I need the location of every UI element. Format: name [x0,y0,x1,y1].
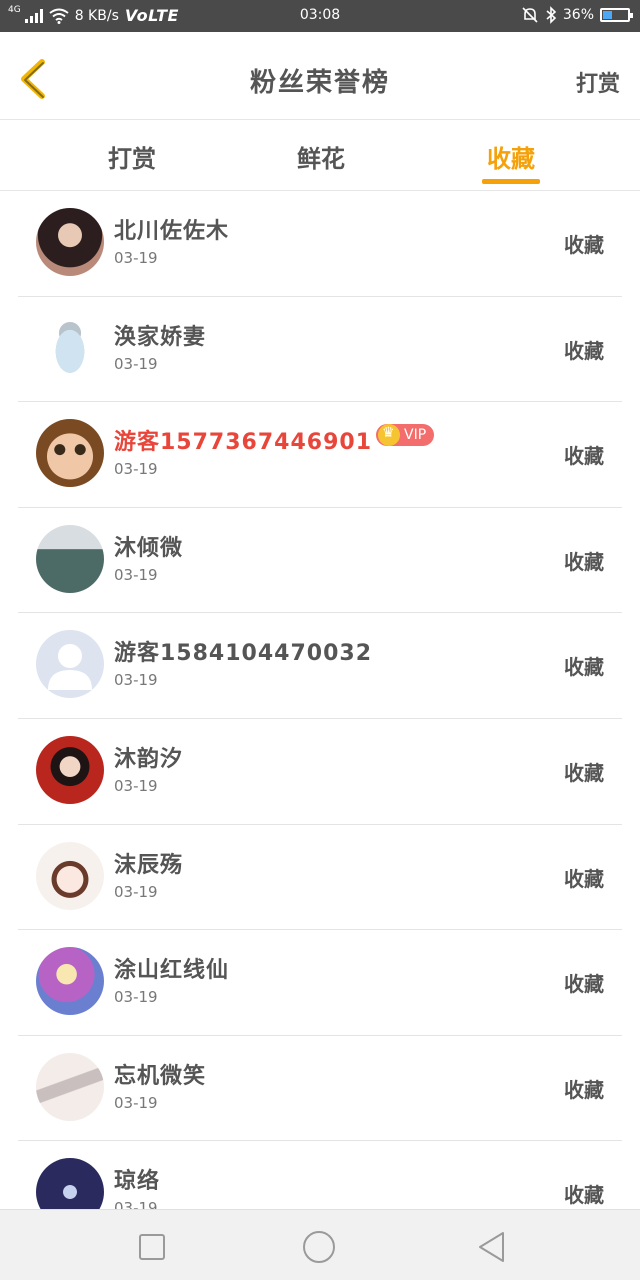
list-item[interactable]: 涣家娇妻 03-19 收藏 [18,297,622,403]
user-name-text: 游客1577367446901 [114,430,372,456]
avatar [36,524,104,593]
fan-list: 北川佐佐木 03-19 收藏 涣家娇妻 03-19 收藏 游客157736744… [0,191,640,1209]
avatar [36,313,104,382]
item-date: 03-19 [114,1093,158,1112]
user-name: 北川佐佐木 [114,219,230,244]
user-name: 忘机微笑 [114,1063,207,1089]
avatar [36,947,104,1016]
avatar [36,1052,104,1121]
crown-icon [378,424,400,447]
favorite-label: 收藏 [564,655,604,680]
home-button[interactable] [302,1230,336,1264]
list-item[interactable]: 忘机微笑 03-19 收藏 [18,1036,622,1142]
list-item[interactable]: 沫辰殇 03-19 收藏 [18,825,622,931]
list-item[interactable]: 沐倾微 03-19 收藏 [18,508,622,614]
item-date: 03-19 [114,354,158,373]
status-bar: 4G 8 KB/s VoLTE 03:08 36% [0,0,640,32]
list-item[interactable]: 北川佐佐木 03-19 收藏 [18,191,622,297]
favorite-label: 收藏 [564,866,604,891]
user-name: 涂山红线仙 [114,958,230,984]
favorite-label: 收藏 [564,338,604,363]
item-date: 03-19 [114,671,158,690]
reward-button[interactable]: 打赏 [576,66,620,98]
tab-reward[interactable]: 打赏 [72,139,192,174]
list-item[interactable]: 游客1584104470032 03-19 收藏 [18,613,622,719]
page-title: 粉丝荣誉榜 [249,68,390,98]
tab-flowers[interactable]: 鲜花 [261,139,381,174]
status-right: 36% [521,6,633,24]
avatar [36,208,104,276]
user-name: 游客1577367446901 VIP [114,424,435,456]
list-item[interactable]: 沐韵汐 03-19 收藏 [18,719,622,825]
favorite-label: 收藏 [564,444,604,469]
user-name: 沐韵汐 [114,746,184,772]
vip-label: VIP [404,427,427,444]
list-item[interactable]: 琼络 03-19 收藏 [18,1141,622,1209]
user-name: 沫辰殇 [114,852,184,878]
nav-back-button[interactable] [475,1230,509,1264]
battery-fill [603,11,612,19]
item-date: 03-19 [114,565,158,584]
favorite-label: 收藏 [564,760,604,785]
battery-percent: 36% [562,7,594,23]
list-item[interactable]: 游客1577367446901 VIP 03-19 收藏 [18,402,622,508]
avatar [36,841,104,910]
bluetooth-icon [546,6,557,24]
item-date: 03-19 [114,460,158,479]
square-icon [139,1234,165,1260]
avatar [36,735,104,804]
triangle-back-icon [479,1232,504,1262]
vip-badge: VIP [376,424,435,447]
list-item[interactable]: 涂山红线仙 03-19 收藏 [18,930,622,1036]
favorite-label: 收藏 [564,1183,604,1208]
circle-icon [303,1231,335,1263]
avatar [36,630,104,699]
user-name: 沐倾微 [114,535,184,561]
active-tab-indicator [482,179,540,184]
header: 粉丝荣誉榜 打赏 [0,32,640,120]
avatar [36,419,104,488]
battery-icon [600,8,633,22]
mute-bell-icon [522,7,538,23]
item-date: 03-19 [114,1199,158,1209]
user-name: 琼络 [114,1169,161,1195]
item-date: 03-19 [114,988,158,1007]
tab-bar: 打赏 鲜花 收藏 [0,121,640,191]
system-nav-bar [0,1209,640,1280]
item-date: 03-19 [114,776,158,795]
user-name: 游客1584104470032 [114,641,372,667]
item-date: 03-19 [114,882,158,901]
favorite-label: 收藏 [564,549,604,574]
user-name: 涣家娇妻 [114,324,207,350]
favorite-label: 收藏 [564,233,604,257]
favorite-label: 收藏 [564,972,604,997]
favorite-label: 收藏 [564,1077,604,1102]
recent-apps-button[interactable] [135,1230,169,1264]
avatar [36,1158,104,1209]
item-date: 03-19 [114,249,158,267]
tab-favorites[interactable]: 收藏 [451,139,571,174]
default-avatar-icon [48,644,92,691]
